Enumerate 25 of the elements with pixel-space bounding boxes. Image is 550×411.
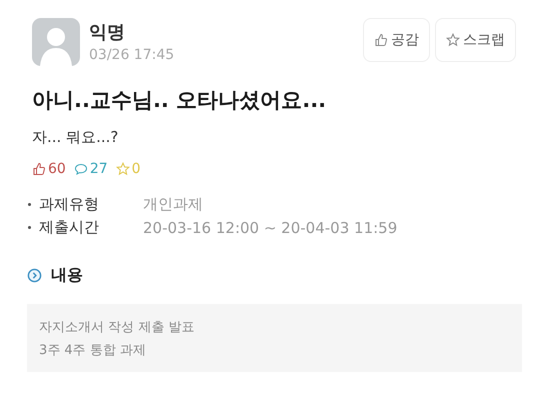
star-icon [446,33,460,47]
star-icon [116,162,130,176]
like-count: 60 [48,161,66,177]
post-title: 아니..교수님.. 오타나셨어요... [32,87,328,114]
bullet-dot [28,226,31,229]
info-label: 과제유형 [39,195,100,214]
scrap-count: 0 [132,161,141,177]
comment-count: 27 [90,161,108,177]
content-line: 3주 4주 통합 과제 [39,342,147,359]
info-value: 개인과제 [143,195,203,214]
chevron-circle-icon [27,268,42,283]
thumbs-up-icon [374,33,388,47]
bullet-dot [28,203,31,206]
avatar-icon [32,18,80,66]
info-label: 제출시간 [39,218,100,237]
thumbs-up-icon [32,162,46,176]
scrap-button[interactable]: 스크랩 [435,18,516,62]
post-body: 자... 뭐요...? [32,128,120,147]
author-name: 익명 [89,21,126,44]
content-line: 자지소개서 작성 제출 발표 [39,319,196,336]
post-time: 03/26 17:45 [89,47,174,63]
section-heading: 내용 [51,265,83,286]
comment-icon [74,162,88,176]
info-value: 20-03-16 12:00 ~ 20-04-03 11:59 [143,218,398,236]
like-button[interactable]: 공감 [363,18,430,62]
